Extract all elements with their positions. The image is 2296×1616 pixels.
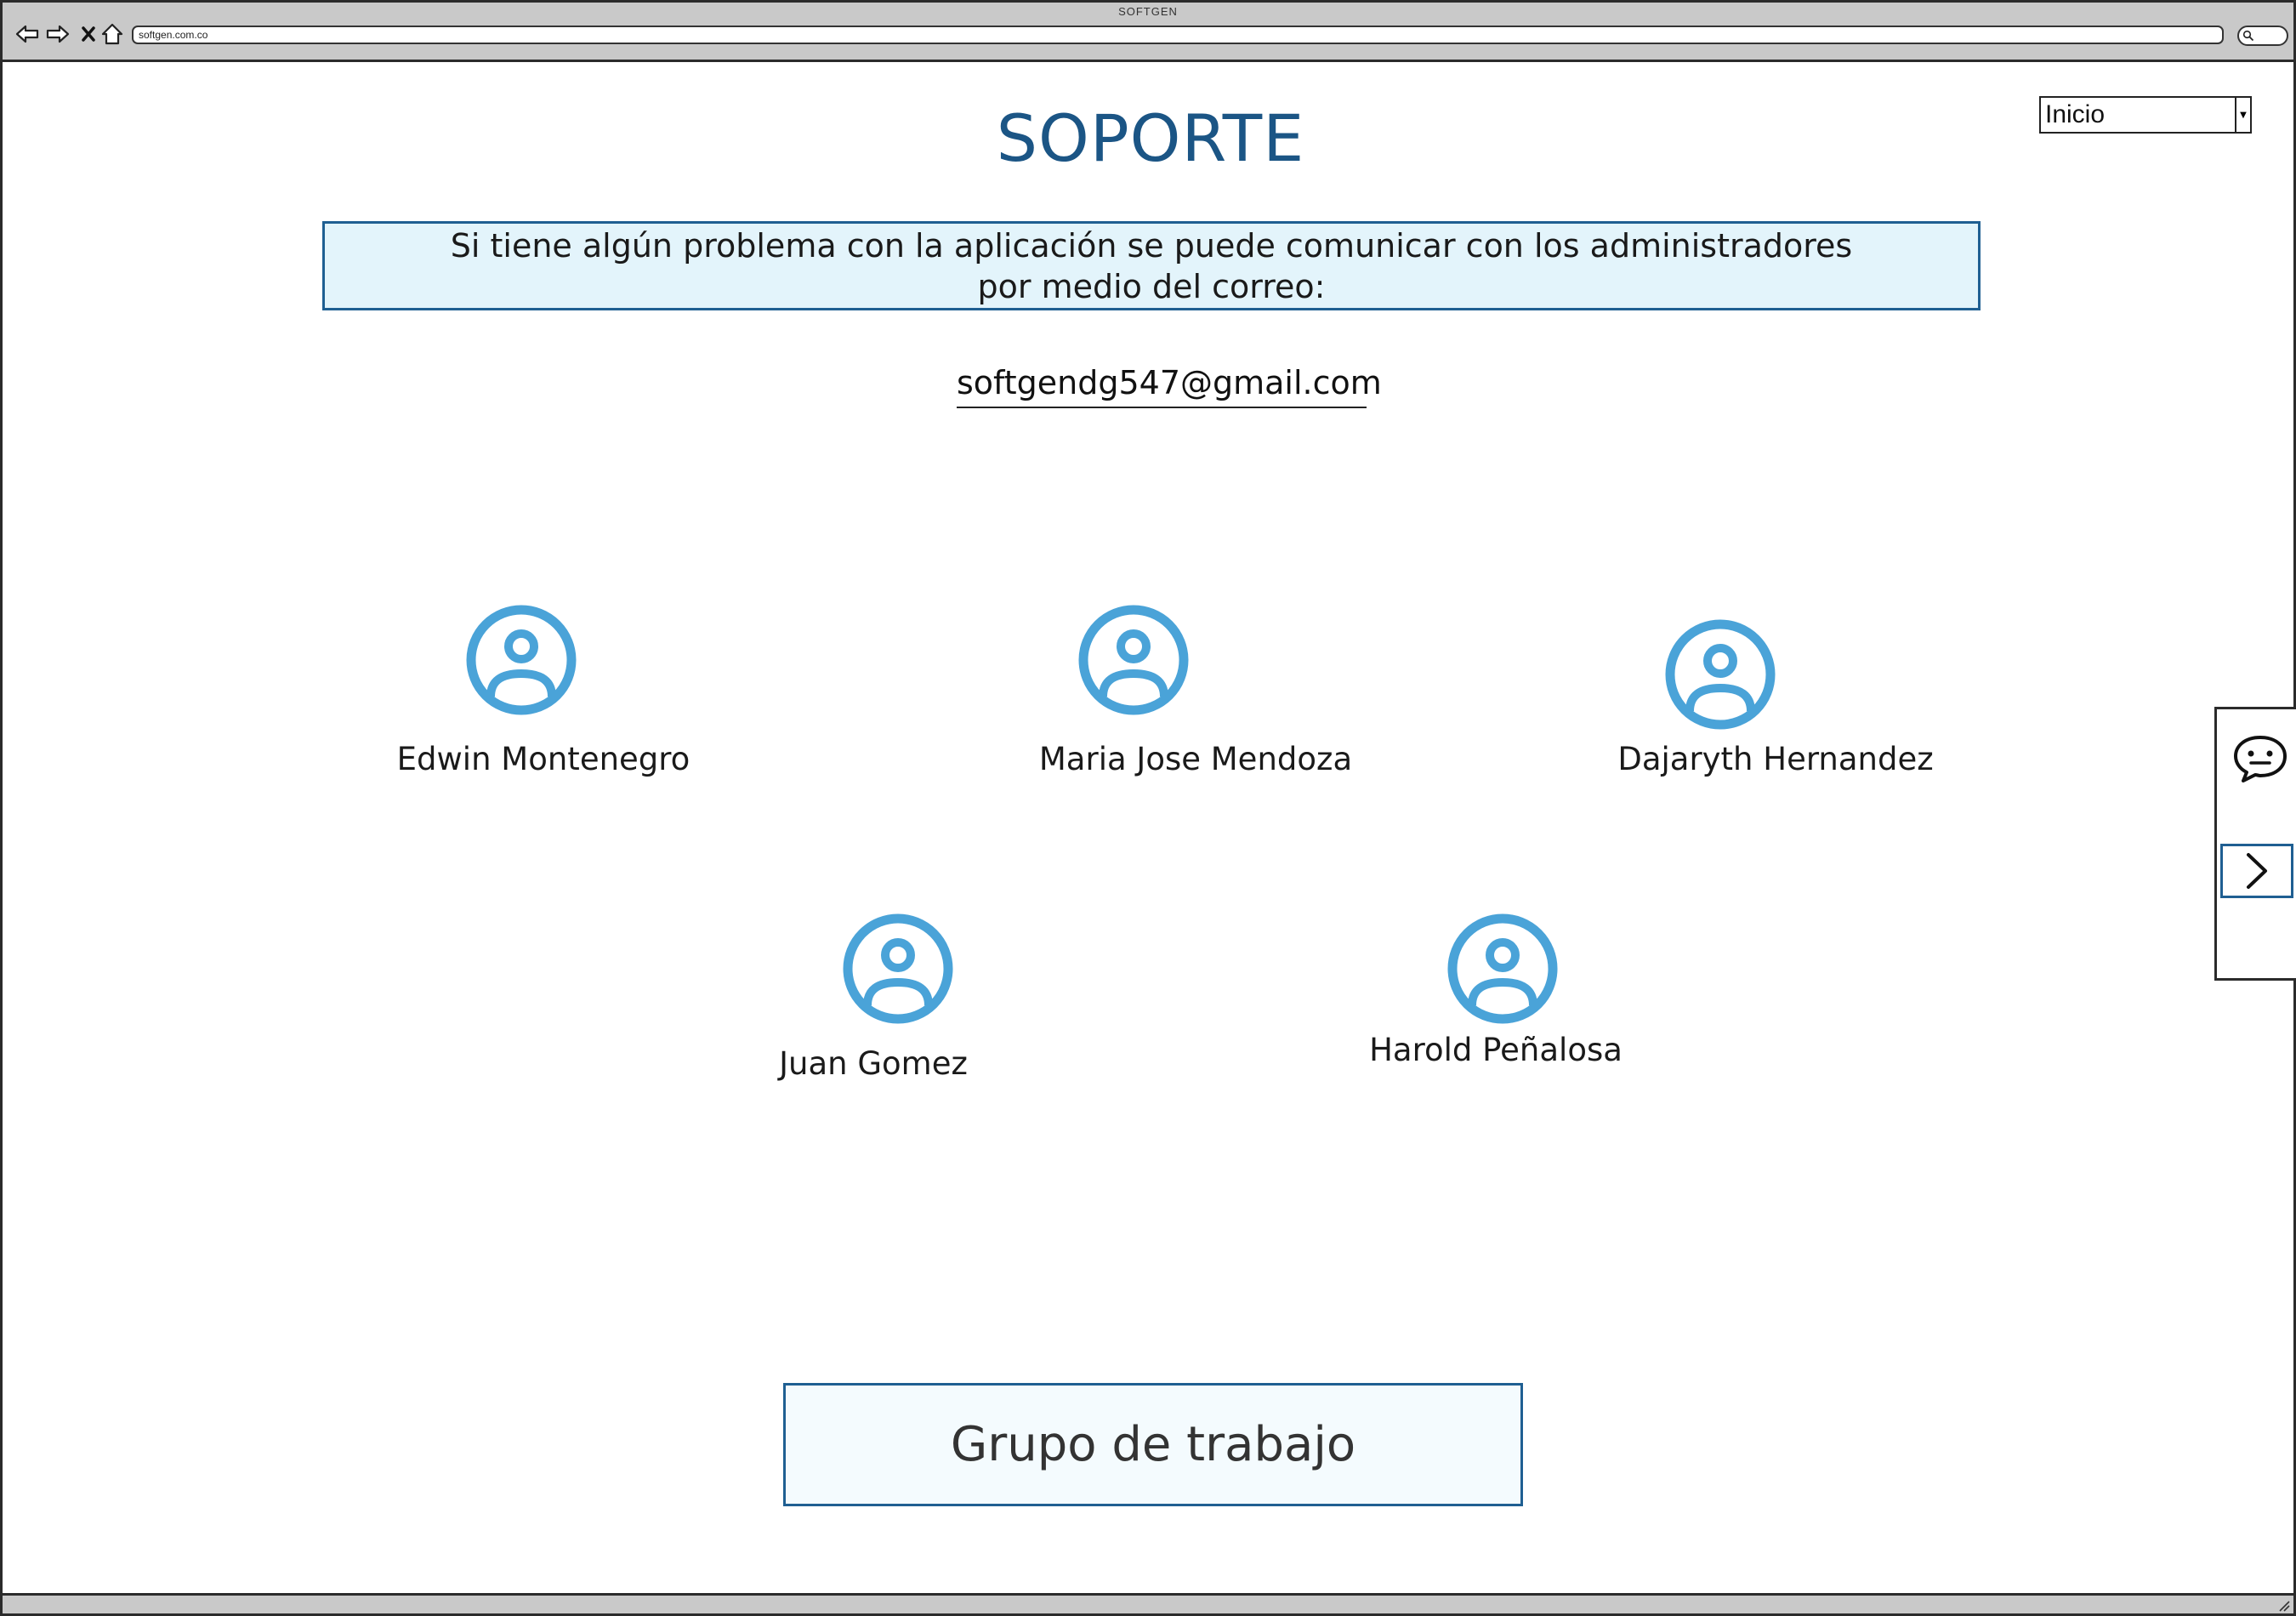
next-button[interactable] (2220, 844, 2293, 898)
member-name: Maria Jose Mendoza (1038, 741, 1353, 777)
member-name: Edwin Montenegro (396, 741, 691, 777)
status-bar (3, 1593, 2293, 1613)
user-circle-icon (842, 913, 954, 1025)
browser-toolbar: SOFTGEN softgen.com.co (3, 3, 2293, 62)
support-email-link[interactable]: softgendg547@gmail.com (957, 364, 1382, 408)
search-icon (2242, 30, 2254, 42)
user-circle-icon (1664, 618, 1776, 731)
user-circle-icon (1077, 604, 1190, 716)
chevron-right-icon (2247, 853, 2267, 889)
home-icon[interactable] (99, 21, 125, 47)
resize-grip-icon[interactable] (2276, 1598, 2290, 1612)
navigation-select[interactable]: Inicio ▼ (2039, 96, 2252, 134)
search-field[interactable] (2237, 26, 2288, 46)
support-info-line1: Si tiene algún problema con la aplicació… (450, 227, 1853, 265)
user-circle-icon (1446, 913, 1559, 1025)
side-panel (2214, 707, 2296, 981)
page-title: SOPORTE (996, 100, 1305, 176)
support-info-box: Si tiene algún problema con la aplicació… (322, 221, 1981, 310)
chat-bubble-icon[interactable] (2232, 733, 2288, 784)
support-info-line2: por medio del correo: (977, 268, 1326, 305)
close-icon[interactable] (76, 21, 101, 47)
member-name: Harold Peñalosa (1369, 1032, 1623, 1068)
browser-window: SOFTGEN softgen.com.co SOPORTE Inicio ▼ … (0, 0, 2296, 1616)
work-group-button[interactable]: Grupo de trabajo (783, 1383, 1523, 1506)
navigation-select-value: Inicio (2045, 100, 2106, 128)
address-bar[interactable]: softgen.com.co (132, 26, 2224, 44)
member-name: Juan Gomez (779, 1045, 968, 1082)
user-circle-icon (465, 604, 577, 716)
dropdown-arrow-icon: ▼ (2235, 98, 2250, 132)
forward-arrow-icon[interactable] (45, 21, 71, 47)
member-name: Dajaryth Hernandez (1617, 741, 1934, 777)
window-title: SOFTGEN (1118, 5, 1178, 18)
back-arrow-icon[interactable] (14, 21, 40, 47)
